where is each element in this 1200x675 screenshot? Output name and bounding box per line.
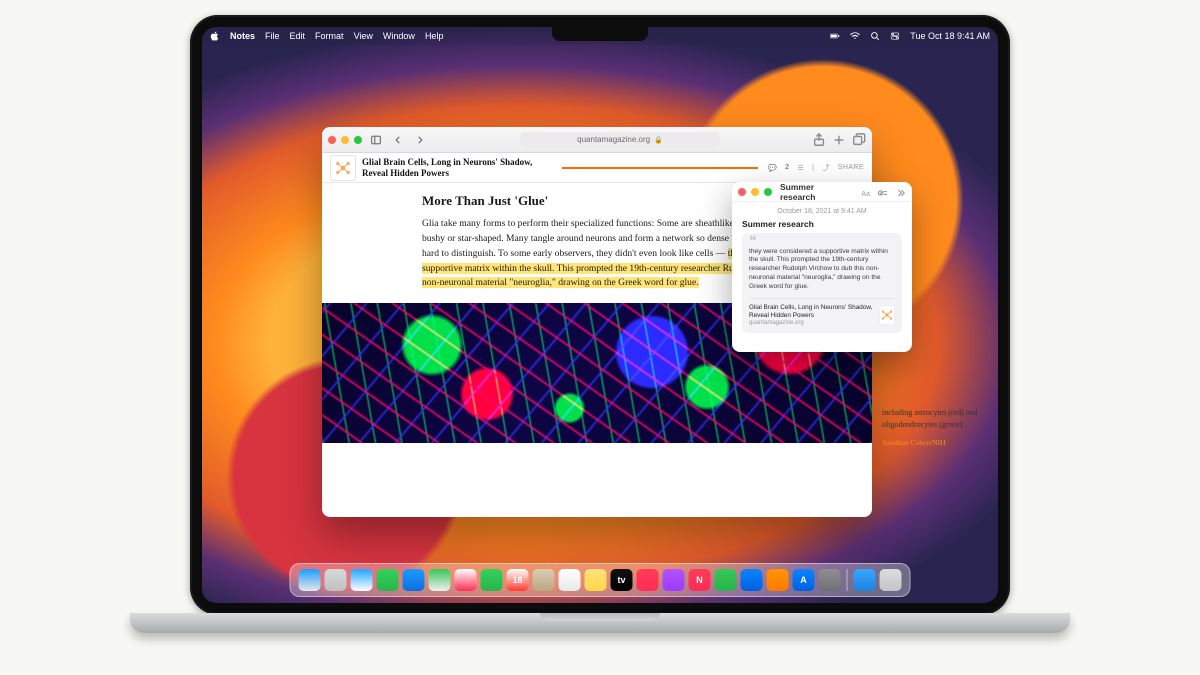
dock-app-keynote[interactable] (741, 569, 763, 591)
forward-button[interactable] (412, 132, 428, 148)
save-icon[interactable]: ☰ (797, 164, 804, 172)
dock-app-reminders[interactable] (559, 569, 581, 591)
accent-rule (562, 167, 758, 169)
note-heading: Summer research (742, 219, 902, 229)
note-body[interactable]: October 18, 2021 at 9:41 AM Summer resea… (732, 202, 912, 341)
dock-app-calendar[interactable]: 18 (507, 569, 529, 591)
dock-app-settings[interactable] (819, 569, 841, 591)
comments-icon[interactable]: 💬 (768, 164, 777, 172)
lock-icon: 🔒 (654, 136, 663, 144)
new-tab-icon[interactable] (832, 133, 846, 147)
menu-item-window[interactable]: Window (383, 31, 415, 41)
stage: Notes File Edit Format View Window Help … (0, 0, 1200, 675)
dock-app-numbers[interactable] (715, 569, 737, 591)
note-quote-text: they were considered a supportive matrix… (749, 248, 895, 292)
dock-app-maps[interactable] (429, 569, 451, 591)
dock-app-appstore[interactable]: A (793, 569, 815, 591)
dock-app-tv[interactable]: tv (611, 569, 633, 591)
minimize-button[interactable] (751, 188, 759, 196)
dock-app-photos[interactable] (455, 569, 477, 591)
menu-item-help[interactable]: Help (425, 31, 444, 41)
dock-app-safari[interactable] (351, 569, 373, 591)
dock-app-music[interactable] (637, 569, 659, 591)
svg-text:Aa: Aa (861, 189, 870, 197)
note-link-title: Glial Brain Cells, Long in Neurons' Shad… (749, 304, 873, 320)
note-timestamp: October 18, 2021 at 9:41 AM (742, 208, 902, 215)
dock-separator (847, 569, 848, 591)
dock-app-mail[interactable] (403, 569, 425, 591)
quick-note-window: Summer research Aa October 18, 2021 at 9… (732, 182, 912, 352)
sidebar-toggle-icon[interactable] (368, 132, 384, 148)
article-header-bar: Glial Brain Cells, Long in Neurons' Shad… (322, 153, 872, 183)
dock-app-notes[interactable] (585, 569, 607, 591)
dock-app-news[interactable]: N (689, 569, 711, 591)
dock-app-launchpad[interactable] (325, 569, 347, 591)
note-toolbar: Summer research Aa (732, 182, 912, 202)
quote-icon: ❝ (749, 239, 895, 245)
text-format-icon[interactable]: Aa (860, 186, 871, 198)
dock-app-contacts[interactable] (533, 569, 555, 591)
dock-app-podcasts[interactable] (663, 569, 685, 591)
more-icon[interactable] (895, 186, 906, 198)
dock-app-trash[interactable] (880, 569, 902, 591)
note-quote-card[interactable]: ❝ they were considered a supportive matr… (742, 233, 902, 333)
address-bar[interactable]: quantamagazine.org 🔒 (520, 132, 720, 148)
dock-app-downloads[interactable] (854, 569, 876, 591)
dock-app-finder[interactable] (299, 569, 321, 591)
close-button[interactable] (328, 136, 336, 144)
note-link-favicon (879, 305, 895, 325)
dock-app-facetime[interactable] (481, 569, 503, 591)
zoom-button[interactable] (354, 136, 362, 144)
note-link-domain: quantamagazine.org (749, 320, 873, 326)
site-logo[interactable] (330, 155, 356, 181)
tabs-overview-icon[interactable] (852, 133, 866, 147)
dock-app-messages[interactable] (377, 569, 399, 591)
wifi-icon[interactable] (850, 31, 860, 41)
menu-item-view[interactable]: View (354, 31, 373, 41)
laptop-frame: Notes File Edit Format View Window Help … (190, 15, 1010, 615)
note-window-title: Summer research (780, 182, 848, 202)
comment-count: 2 (785, 164, 789, 171)
battery-icon[interactable] (830, 31, 840, 41)
screen: Notes File Edit Format View Window Help … (202, 27, 998, 603)
safari-toolbar: quantamagazine.org 🔒 (322, 127, 872, 153)
menu-datetime[interactable]: Tue Oct 18 9:41 AM (910, 31, 990, 41)
menu-item-edit[interactable]: Edit (290, 31, 306, 41)
window-controls (328, 136, 362, 144)
control-center-icon[interactable] (890, 31, 900, 41)
site-settings-icon[interactable] (612, 132, 628, 148)
menu-item-format[interactable]: Format (315, 31, 344, 41)
apple-menu-icon[interactable] (210, 31, 220, 41)
laptop-foot (130, 613, 1070, 633)
article-title: Glial Brain Cells, Long in Neurons' Shad… (362, 157, 552, 178)
spotlight-icon[interactable] (870, 31, 880, 41)
share-link-icon[interactable]: ⤴ (822, 163, 829, 173)
share-icon[interactable] (812, 133, 826, 147)
checklist-icon[interactable] (877, 186, 888, 198)
share-label[interactable]: SHARE (838, 164, 864, 171)
display-notch (552, 27, 648, 41)
dock-app-pages[interactable] (767, 569, 789, 591)
zoom-button[interactable] (764, 188, 772, 196)
close-button[interactable] (738, 188, 746, 196)
note-source-link[interactable]: Glial Brain Cells, Long in Neurons' Shad… (749, 298, 895, 326)
dock: 18 tv N A (290, 563, 911, 597)
minimize-button[interactable] (341, 136, 349, 144)
menu-active-app[interactable]: Notes (230, 31, 255, 41)
back-button[interactable] (390, 132, 406, 148)
menu-item-file[interactable]: File (265, 31, 280, 41)
